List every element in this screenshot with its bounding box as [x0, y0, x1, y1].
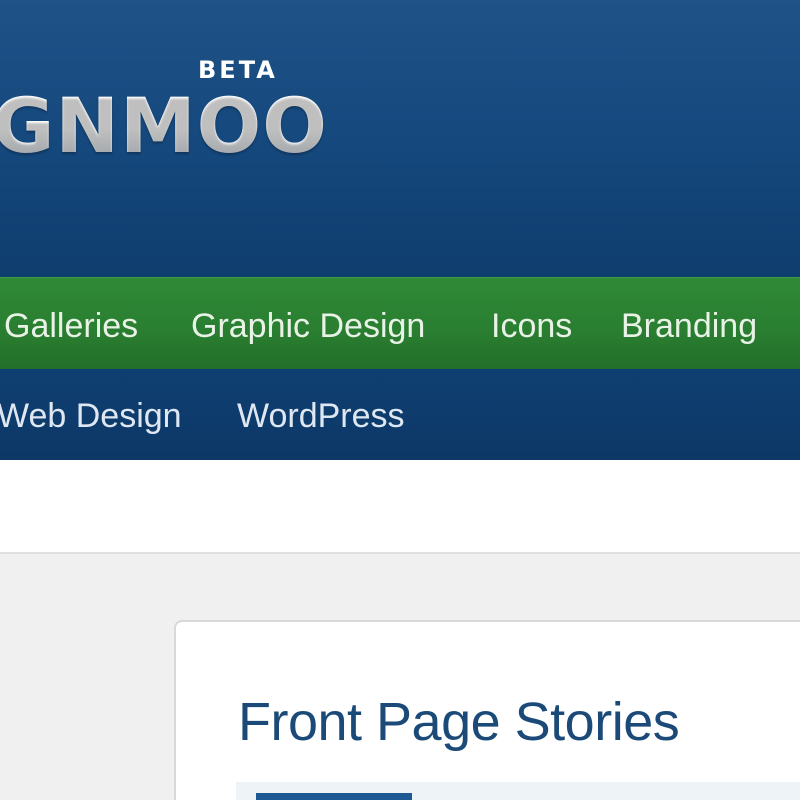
site-logo[interactable]: GNMOO [0, 88, 328, 164]
section-title: Front Page Stories [238, 692, 680, 752]
site-header: BETA GNMOO [0, 0, 800, 277]
page: BETA GNMOO Galleries Graphic Design Icon… [0, 0, 800, 800]
nav-item-graphic-design[interactable]: Graphic Design [191, 306, 425, 346]
nav-item-galleries[interactable]: Galleries [4, 306, 138, 346]
secondary-nav: Web Design WordPress [0, 369, 800, 460]
active-tab-indicator[interactable] [256, 793, 412, 800]
nav-item-web-design[interactable]: Web Design [0, 396, 182, 436]
nav-item-wordpress[interactable]: WordPress [237, 396, 405, 436]
page-banner-area [0, 460, 800, 554]
nav-item-icons[interactable]: Icons [491, 306, 572, 346]
beta-badge: BETA [198, 56, 278, 84]
nav-item-branding[interactable]: Branding [621, 306, 757, 346]
primary-nav: Galleries Graphic Design Icons Branding [0, 277, 800, 369]
